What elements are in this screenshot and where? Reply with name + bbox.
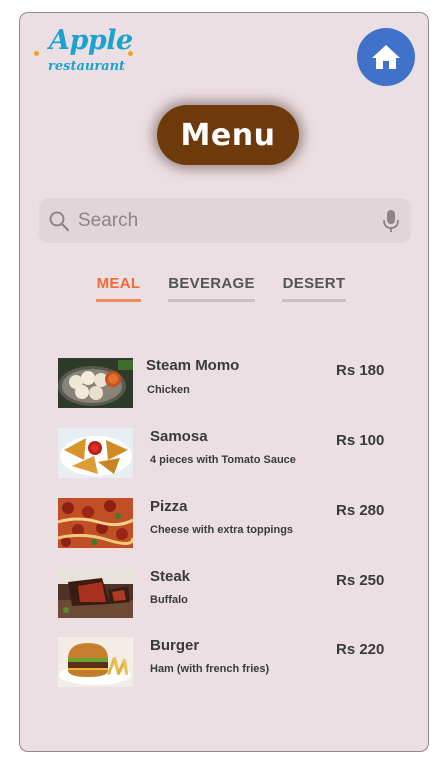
tab-meal-label: MEAL (96, 275, 141, 292)
list-item-samosa[interactable]: Samosa 4 pieces with Tomato Sauce Rs 100 (56, 428, 396, 480)
search-icon (49, 211, 70, 231)
tab-beverage[interactable]: BEVERAGE (168, 275, 255, 302)
list-item-steak[interactable]: Steak Buffalo Rs 250 (56, 568, 396, 620)
item-description: Cheese with extra toppings (150, 524, 294, 536)
item-price: Rs 220 (336, 641, 385, 658)
home-icon (372, 45, 400, 69)
logo-text-top: Apple (49, 25, 133, 56)
item-description: 4 pieces with Tomato Sauce (150, 454, 296, 466)
tab-meal[interactable]: MEAL (96, 275, 141, 302)
item-name: Steam Momo (146, 357, 240, 374)
list-item-burger[interactable]: Burger Ham (with french fries) Rs 220 (56, 637, 396, 689)
item-price: Rs 250 (336, 572, 385, 589)
item-name: Pizza (150, 498, 188, 515)
tab-underline (96, 299, 141, 302)
item-price: Rs 100 (336, 432, 385, 449)
burger-image (58, 637, 133, 687)
steak-image (58, 568, 133, 618)
mic-icon[interactable] (382, 209, 400, 233)
list-item-pizza[interactable]: Pizza Cheese with extra toppings Rs 280 (56, 498, 396, 550)
item-price: Rs 280 (336, 502, 385, 519)
home-button[interactable] (357, 28, 415, 86)
item-name: Steak (150, 568, 191, 585)
tab-underline (168, 299, 255, 302)
item-description: Ham (with french fries) (150, 663, 270, 675)
item-price: Rs 180 (336, 362, 385, 379)
search-bar[interactable] (39, 198, 411, 243)
logo-text-bottom: restaurant (48, 59, 126, 74)
search-input[interactable] (76, 208, 370, 233)
tab-underline (282, 299, 346, 302)
tab-beverage-label: BEVERAGE (168, 275, 255, 292)
pizza-image (58, 498, 133, 548)
item-description: Buffalo (150, 594, 188, 606)
tab-desert-label: DESERT (282, 275, 346, 292)
item-name: Burger (150, 637, 200, 654)
menu-button[interactable]: Menu (157, 105, 299, 165)
item-name: Samosa (150, 428, 208, 445)
steam-momo-image (58, 358, 133, 408)
apple-restaurant-logo: Apple restaurant (32, 23, 142, 85)
samosa-image (58, 428, 133, 478)
item-description: Chicken (147, 384, 190, 396)
logo-dot (34, 51, 39, 56)
menu-label: Menu (180, 117, 276, 153)
tab-desert[interactable]: DESERT (282, 275, 346, 302)
app-frame: Apple restaurant Menu MEAL BEVERAGE DESE… (19, 12, 429, 752)
list-item-steam-momo[interactable]: Steam Momo Chicken Rs 180 (56, 357, 396, 410)
